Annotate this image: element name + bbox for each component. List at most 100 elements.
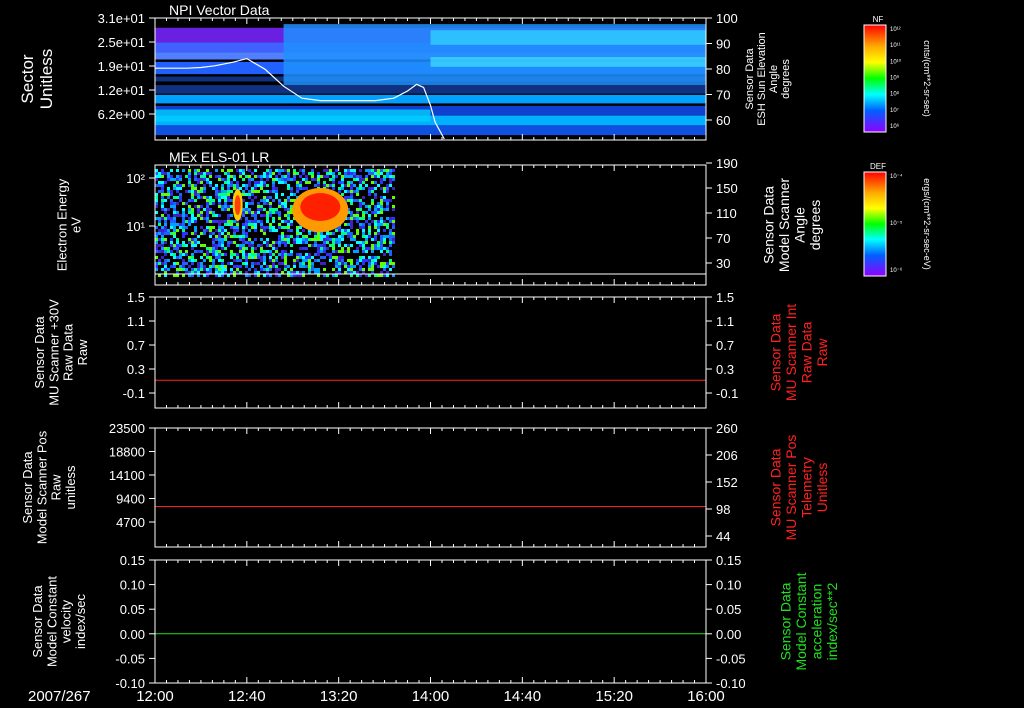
els-cell: [386, 250, 389, 253]
els-cell: [170, 199, 173, 202]
els-cell: [227, 232, 230, 235]
els-cell: [389, 178, 392, 181]
els-cell: [272, 208, 275, 211]
els-cell: [338, 265, 341, 268]
els-cell: [278, 214, 281, 217]
els-cell: [341, 181, 344, 184]
els-cell: [188, 190, 191, 193]
y2-axis-label-line: Angle: [791, 207, 807, 243]
els-cell: [386, 265, 389, 268]
els-cell: [266, 202, 269, 205]
els-cell: [227, 190, 230, 193]
els-cell: [218, 205, 221, 208]
els-cell: [374, 214, 377, 217]
els-cell: [302, 235, 305, 238]
els-cell: [179, 250, 182, 253]
els-cell: [194, 232, 197, 235]
els-cell: [311, 268, 314, 271]
els-cell: [356, 199, 359, 202]
els-cell: [239, 238, 242, 241]
els-cell: [227, 220, 230, 223]
els-cell: [182, 241, 185, 244]
els-cell: [389, 241, 392, 244]
els-cell: [203, 178, 206, 181]
els-cell: [221, 178, 224, 181]
els-cell: [335, 250, 338, 253]
els-cell: [326, 253, 329, 256]
els-cell: [158, 223, 161, 226]
els-cell: [194, 220, 197, 223]
els-cell: [257, 202, 260, 205]
els-cell: [161, 172, 164, 175]
els-cell: [185, 202, 188, 205]
y2-tick-label: 30: [716, 256, 730, 271]
y2-axis-label-line: MU Scanner Pos: [783, 435, 799, 541]
els-cell: [350, 244, 353, 247]
els-cell: [245, 187, 248, 190]
els-cell: [206, 199, 209, 202]
els-cell: [296, 232, 299, 235]
els-cell: [200, 214, 203, 217]
y-axis-label: Sector Unitless: [18, 49, 56, 109]
els-cell: [260, 181, 263, 184]
y2-axis-label: Sensor Data MU Scanner Int Raw Data Raw: [768, 304, 830, 401]
els-cell: [221, 190, 224, 193]
y2-axis-label-line: Angle: [768, 65, 780, 93]
els-cell: [176, 247, 179, 250]
els-cell: [296, 256, 299, 259]
els-cell: [371, 259, 374, 262]
els-cell: [269, 268, 272, 271]
els-cell: [392, 187, 395, 190]
els-cell: [254, 229, 257, 232]
els-cell: [296, 181, 299, 184]
els-cell: [200, 268, 203, 271]
y2-tick-label: 190: [716, 156, 738, 171]
els-cell: [203, 259, 206, 262]
els-cell: [266, 265, 269, 268]
els-cell: [359, 241, 362, 244]
y-axis-label-line: Raw: [75, 339, 90, 366]
els-cell: [317, 259, 320, 262]
els-cell: [329, 232, 332, 235]
els-cell: [296, 259, 299, 262]
els-cell: [278, 238, 281, 241]
y2-axis-label-line: Model Constant: [793, 572, 809, 670]
els-cell: [170, 178, 173, 181]
els-cell: [224, 199, 227, 202]
els-cell: [251, 199, 254, 202]
els-cell: [248, 223, 251, 226]
els-cell: [212, 202, 215, 205]
els-cell: [221, 193, 224, 196]
els-cell: [365, 169, 368, 172]
els-cell: [221, 187, 224, 190]
els-cell: [239, 250, 242, 253]
els-cell: [377, 169, 380, 172]
els-cell: [389, 244, 392, 247]
els-cell: [182, 217, 185, 220]
els-cell: [317, 238, 320, 241]
els-cell: [239, 187, 242, 190]
els-cell: [341, 247, 344, 250]
els-cell: [254, 217, 257, 220]
els-cell: [194, 205, 197, 208]
els-cell: [293, 259, 296, 262]
els-cell: [176, 250, 179, 253]
els-cell: [239, 172, 242, 175]
els-cell: [374, 232, 377, 235]
els-cell: [245, 262, 248, 265]
els-cell: [254, 247, 257, 250]
els-cell: [350, 259, 353, 262]
els-cell: [371, 199, 374, 202]
els-cell: [200, 178, 203, 181]
els-cell: [164, 265, 167, 268]
y2-tick-label: 0.10: [716, 578, 741, 593]
els-cell: [392, 205, 395, 208]
els-cell: [269, 196, 272, 199]
els-cell: [314, 259, 317, 262]
els-cell: [209, 211, 212, 214]
els-cell: [317, 253, 320, 256]
els-cell: [191, 220, 194, 223]
els-cell: [254, 226, 257, 229]
els-cell: [350, 181, 353, 184]
els-cell: [191, 190, 194, 193]
